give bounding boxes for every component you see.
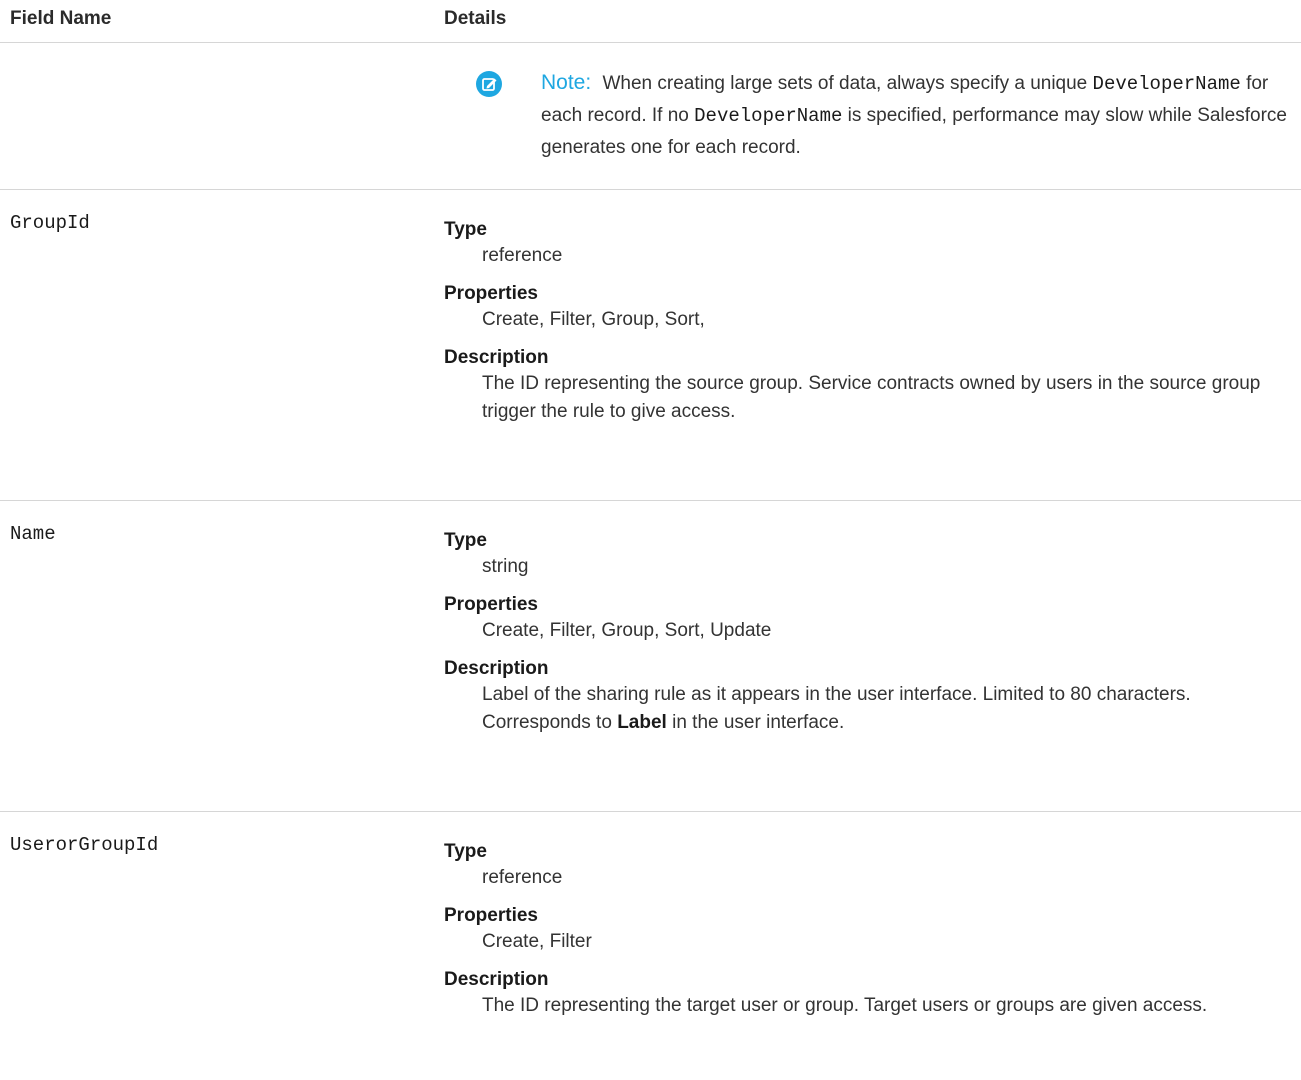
note-label: Note: bbox=[541, 71, 592, 94]
description-label: Description bbox=[444, 969, 549, 990]
table-row: GroupId Type reference Properties Create… bbox=[0, 190, 1301, 501]
properties-label: Properties bbox=[444, 283, 538, 304]
note-text-1: When creating large sets of data, always… bbox=[602, 73, 1088, 94]
field-name: UserorGroupId bbox=[10, 834, 159, 856]
field-name: GroupId bbox=[10, 212, 90, 234]
details-header: Details bbox=[444, 8, 507, 29]
properties-label: Properties bbox=[444, 905, 538, 926]
table-header: Field Name Details bbox=[0, 0, 1301, 43]
table-row: Note: When creating large sets of data, … bbox=[0, 43, 1301, 190]
type-label: Type bbox=[444, 841, 487, 862]
description-label: Description bbox=[444, 658, 549, 679]
field-details: Type reference Properties Create, Filter… bbox=[444, 840, 1293, 1032]
note-code-2: DeveloperName bbox=[694, 105, 843, 127]
description-value: The ID representing the target user or g… bbox=[482, 995, 1208, 1016]
field-name: Name bbox=[10, 523, 56, 545]
properties-value: Create, Filter, Group, Sort, bbox=[482, 309, 705, 330]
description-text-end: in the user interface. bbox=[672, 712, 845, 733]
description-value: The ID representing the source group. Se… bbox=[482, 373, 1261, 422]
description-value: Label of the sharing rule as it appears … bbox=[444, 681, 1293, 737]
table-row: UserorGroupId Type reference Properties … bbox=[0, 812, 1301, 1080]
properties-value: Create, Filter bbox=[482, 931, 592, 952]
type-value: string bbox=[482, 556, 529, 577]
properties-value: Create, Filter, Group, Sort, Update bbox=[482, 620, 772, 641]
type-label: Type bbox=[444, 219, 487, 240]
type-value: reference bbox=[482, 867, 563, 888]
description-label: Description bbox=[444, 347, 549, 368]
field-table: Field Name Details Note: When creating l… bbox=[0, 0, 1301, 1080]
description-bold-text: Label bbox=[617, 712, 667, 733]
field-name-header: Field Name bbox=[10, 8, 112, 29]
type-label: Type bbox=[444, 530, 487, 551]
note-code-1: DeveloperName bbox=[1092, 73, 1241, 95]
type-value: reference bbox=[482, 245, 563, 266]
table-row: Name Type string Properties Create, Filt… bbox=[0, 501, 1301, 812]
note-block: Note: When creating large sets of data, … bbox=[486, 67, 1291, 163]
field-details: Type string Properties Create, Filter, G… bbox=[444, 529, 1293, 749]
properties-label: Properties bbox=[444, 594, 538, 615]
field-details: Type reference Properties Create, Filter… bbox=[444, 218, 1293, 438]
